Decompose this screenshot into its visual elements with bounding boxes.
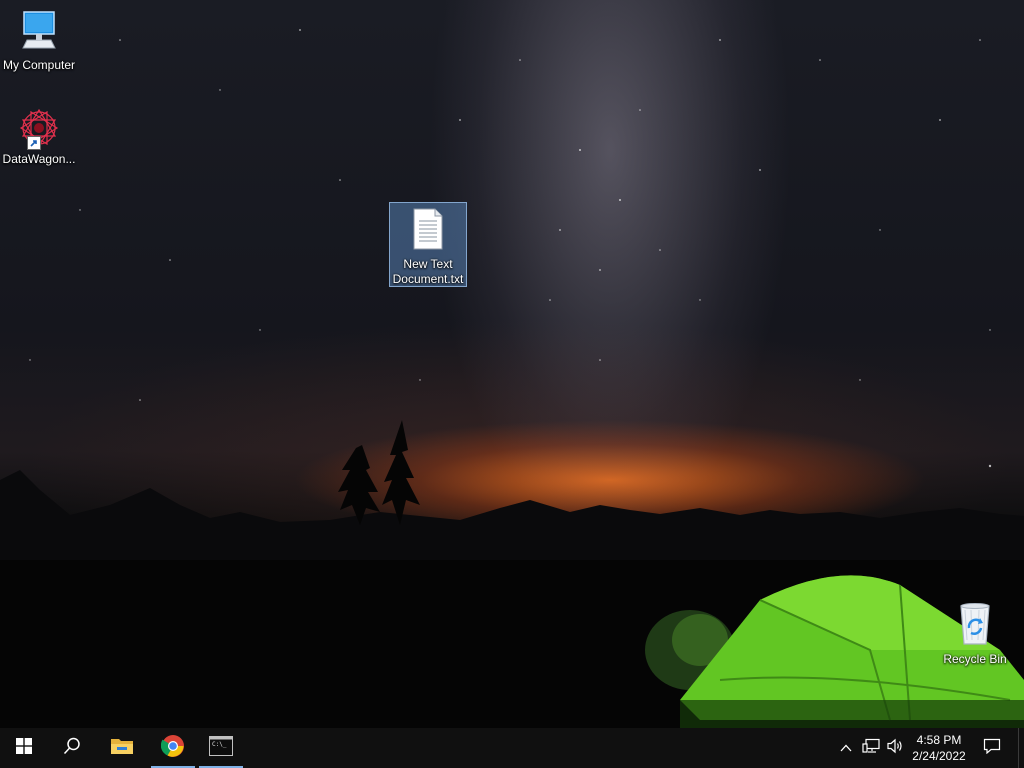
desktop-icon-label: Recycle Bin — [943, 652, 1007, 666]
volume-tray-button[interactable] — [883, 728, 907, 768]
desktop-icon-label: DataWagon... — [2, 152, 76, 166]
start-button[interactable] — [0, 728, 48, 768]
clock-time: 4:58 PM — [916, 733, 962, 747]
desktop-wallpaper — [0, 0, 1024, 728]
desktop-icon-label: Document.txt — [392, 272, 464, 286]
network-icon — [862, 738, 880, 759]
search-button[interactable] — [48, 728, 96, 768]
chevron-up-icon — [840, 739, 852, 757]
chrome-icon — [160, 734, 185, 763]
taskbar-app-chrome[interactable] — [149, 728, 197, 768]
notification-icon — [983, 738, 1001, 759]
desktop-icon-new-text-document[interactable]: New Text Document.txt — [389, 202, 467, 287]
show-hidden-icons-button[interactable] — [836, 728, 856, 768]
shortcut-arrow-icon — [27, 136, 41, 150]
terminal-icon: C:\_ — [209, 735, 233, 761]
datawagon-logo-icon — [17, 106, 61, 150]
recycle-bin-icon — [937, 602, 1013, 650]
text-file-icon — [390, 207, 466, 255]
action-center-button[interactable] — [978, 728, 1006, 768]
windows-logo-icon — [16, 737, 32, 759]
svg-text:C:\_: C:\_ — [212, 741, 227, 748]
speaker-icon — [886, 738, 904, 759]
taskbar-clock[interactable]: 4:58 PM 2/24/2022 — [906, 728, 972, 768]
desktop-icon-label: New Text — [403, 257, 453, 271]
desktop-icon-recycle-bin[interactable]: Recycle Bin — [937, 602, 1013, 667]
clock-date: 2/24/2022 — [912, 749, 966, 763]
desktop-icon-datawagon[interactable]: DataWagon... — [1, 106, 77, 167]
desktop-icon-my-computer[interactable]: My Computer — [1, 8, 77, 73]
folder-icon — [110, 736, 134, 761]
network-tray-button[interactable] — [859, 728, 883, 768]
search-icon — [63, 737, 81, 760]
monitor-icon — [1, 8, 77, 56]
taskbar-app-file-explorer[interactable] — [98, 728, 146, 768]
taskbar-app-command-prompt[interactable]: C:\_ — [197, 728, 245, 768]
show-desktop-button[interactable] — [1018, 728, 1024, 768]
desktop-icon-label: My Computer — [2, 58, 76, 72]
taskbar: C:\_ 4:58 PM 2/24/2022 — [0, 728, 1024, 768]
